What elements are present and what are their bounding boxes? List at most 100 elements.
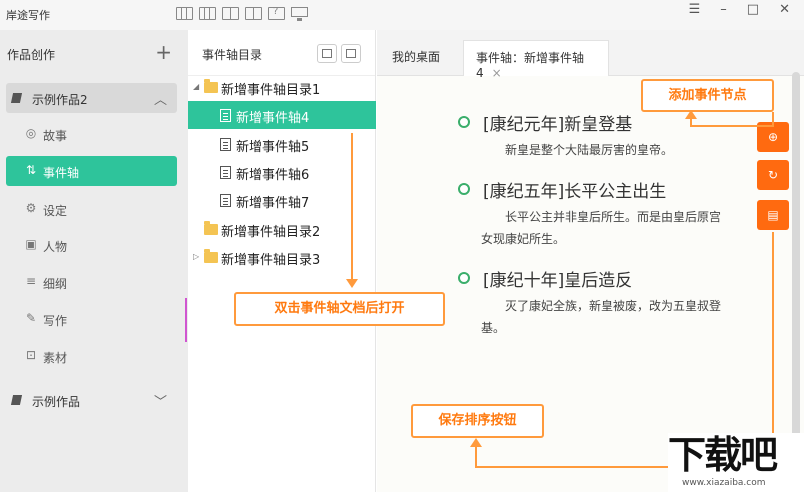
menu-icon[interactable]: ☰ [689, 2, 701, 17]
tree-item-label: 新增事件轴5 [236, 140, 310, 155]
book-icon [10, 93, 23, 103]
new-document-button[interactable] [341, 44, 361, 63]
add-work-icon[interactable]: + [155, 40, 172, 64]
document-icon [220, 109, 231, 122]
tree-folder[interactable]: ▷ 新增事件轴目录3 [188, 243, 376, 271]
callout-connector [475, 446, 477, 468]
arrow-up-icon [470, 438, 482, 447]
work-item-sample-2[interactable]: 示例作品2 ︿ [6, 83, 177, 113]
save-sort-button[interactable]: ▤ [757, 200, 789, 230]
tree-document[interactable]: 新增事件轴4 [188, 101, 376, 129]
chevron-up-icon[interactable]: ︿ [154, 89, 167, 108]
tab-label: 我的桌面 [392, 50, 441, 64]
works-panel: 作品创作 + 示例作品2 ︿ ◎ 故事 ⇅ 事件轴 ⚙ 设定 ▣ 人物 ≡ 细纲… [0, 30, 188, 492]
nav-item-material[interactable]: ⊡ 素材 [6, 341, 177, 371]
works-panel-title: 作品创作 [7, 48, 56, 62]
nav-item-settings[interactable]: ⚙ 设定 [6, 194, 177, 224]
work-item-sample[interactable]: 示例作品 ﹀ [6, 385, 177, 415]
nav-item-label: 设定 [43, 204, 68, 218]
layout-two-column-icon[interactable] [222, 7, 239, 20]
nav-item-label: 素材 [43, 351, 68, 365]
document-icon [220, 138, 231, 151]
help-icon[interactable] [268, 6, 285, 20]
tab-timeline[interactable]: 事件轴：新增事件轴4 × [463, 40, 609, 80]
tree-item-label: 新增事件轴4 [236, 111, 310, 126]
callout-connector [691, 125, 774, 127]
app-title: 岸途写作 [6, 9, 50, 22]
tree-document[interactable]: 新增事件轴7 [188, 186, 376, 214]
callout-connector [351, 133, 353, 281]
pen-icon: ✎ [25, 311, 37, 325]
tab-desktop[interactable]: 我的桌面 [392, 40, 440, 76]
folder-icon [204, 221, 218, 235]
monitor-icon[interactable] [291, 7, 308, 21]
nav-item-characters[interactable]: ▣ 人物 [6, 230, 177, 260]
document-icon [220, 166, 231, 179]
book-icon [10, 395, 23, 405]
nav-item-writing[interactable]: ✎ 写作 [6, 304, 177, 334]
timeline-icon: ⇅ [25, 163, 37, 177]
new-folder-button[interactable] [317, 44, 337, 63]
event-title: [康纪十年]皇后造反 [483, 271, 633, 291]
tree-item-label: 新增事件轴7 [236, 196, 310, 211]
callout-connector [690, 118, 692, 127]
refresh-icon: ↻ [767, 168, 779, 182]
nav-item-label: 故事 [43, 129, 68, 143]
nav-item-label: 人物 [43, 240, 68, 254]
tree-item-label: 新增事件轴6 [236, 168, 310, 183]
event-title: [康纪元年]新皇登基 [483, 115, 633, 135]
refresh-button[interactable]: ↻ [757, 160, 789, 190]
tree-document[interactable]: 新增事件轴6 [188, 158, 376, 186]
tree-folder[interactable]: ◢ 新增事件轴目录1 [188, 73, 376, 101]
event-description: 长平公主并非皇后所生。而是由皇后原宫女现康妃所生。 [481, 210, 722, 246]
story-icon: ◎ [25, 126, 37, 140]
chevron-down-icon[interactable]: ﹀ [154, 391, 167, 410]
collapse-arrow-icon[interactable]: ▷ [193, 252, 199, 261]
expand-arrow-icon[interactable]: ◢ [193, 82, 199, 91]
tree-document[interactable]: 新增事件轴5 [188, 130, 376, 158]
callout-save-sort: 保存排序按钮 [411, 404, 544, 438]
tree-item-label: 新增事件轴目录1 [221, 83, 321, 98]
document-icon [346, 49, 356, 58]
folder-icon [322, 49, 332, 58]
arrow-down-icon [346, 279, 358, 288]
event-description: 灭了康妃全族，新皇被废，改为五皇叔登基。 [481, 299, 722, 335]
resize-marker [185, 298, 187, 342]
close-icon[interactable]: ✕ [779, 2, 790, 17]
works-panel-header: 作品创作 + [0, 30, 188, 76]
nav-item-label: 写作 [43, 314, 68, 328]
watermark-url: www.xiazaiba.com [682, 478, 766, 488]
nav-item-label: 细纲 [43, 277, 68, 291]
nav-item-timeline[interactable]: ⇅ 事件轴 [6, 156, 177, 186]
event-title: [康纪五年]长平公主出生 [483, 182, 667, 202]
layout-toolbar [176, 6, 308, 21]
close-tab-icon[interactable]: × [492, 66, 502, 80]
nav-item-story[interactable]: ◎ 故事 [6, 119, 177, 149]
folder-icon [204, 249, 218, 263]
layout-two-column-alt-icon[interactable] [245, 7, 262, 20]
title-bar: 岸途写作 ☰ – □ ✕ [0, 0, 804, 30]
person-card-icon: ▣ [25, 237, 37, 251]
tab-bar: 我的桌面 事件轴：新增事件轴4 × [377, 30, 804, 80]
timeline-dot-icon [458, 183, 470, 195]
layout-three-column-icon[interactable] [176, 7, 193, 20]
nav-item-outline[interactable]: ≡ 细纲 [6, 267, 177, 297]
nav-item-label: 事件轴 [43, 166, 80, 180]
tree-folder[interactable]: 新增事件轴目录2 [188, 215, 376, 243]
watermark: 下载吧 www.xiazaiba.com [668, 433, 804, 492]
timeline-dot-icon [458, 272, 470, 284]
event-description: 新皇是整个大陆最厉害的皇帝。 [505, 143, 674, 157]
settings-icon: ⚙ [25, 201, 37, 215]
maximize-icon[interactable]: □ [747, 2, 759, 17]
minimize-icon[interactable]: – [720, 2, 727, 17]
directory-header: 事件轴目录 [188, 30, 375, 76]
layout-three-column-alt-icon[interactable] [199, 7, 216, 20]
work-item-label: 示例作品 [32, 395, 81, 409]
work-item-label: 示例作品2 [32, 93, 88, 107]
save-icon: ▤ [767, 208, 779, 222]
vertical-scrollbar[interactable] [792, 72, 800, 437]
timeline-directory-panel: 事件轴目录 ◢ 新增事件轴目录1 新增事件轴4 新增事件轴5 新增事件轴6 新增… [188, 30, 376, 492]
material-icon: ⊡ [25, 348, 37, 362]
document-icon [220, 194, 231, 207]
add-event-node-icon: ⊕ [767, 130, 779, 144]
